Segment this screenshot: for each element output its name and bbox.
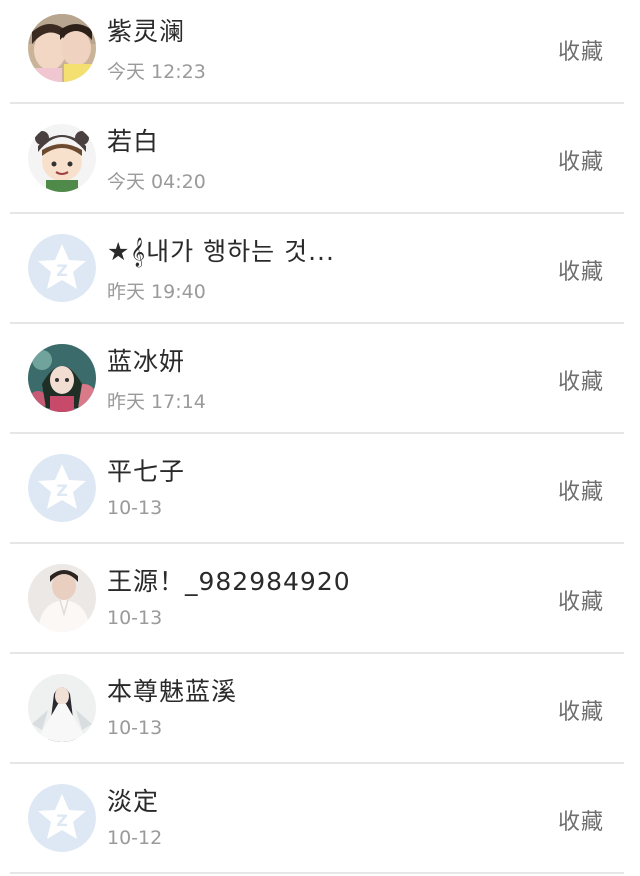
favorite-button[interactable]: 收藏 bbox=[558, 474, 604, 506]
contact-name: 紫灵澜 bbox=[107, 17, 186, 46]
list-item[interactable]: Z 淡定 10-12 收藏 bbox=[0, 764, 640, 874]
contact-time: 10-12 bbox=[107, 827, 163, 849]
favorite-button[interactable]: 收藏 bbox=[558, 804, 604, 836]
contact-name: 蓝冰妍 bbox=[107, 347, 186, 376]
contact-name: 淡定 bbox=[107, 787, 160, 816]
list-item[interactable]: 蓝冰妍 昨天 17:14 收藏 bbox=[0, 324, 640, 434]
contact-name: 平七子 bbox=[107, 457, 186, 486]
default-qq-star-avatar[interactable]: Z bbox=[28, 784, 96, 852]
contact-time: 昨天 17:14 bbox=[107, 391, 206, 413]
svg-text:Z: Z bbox=[56, 811, 68, 830]
contact-time: 今天 12:23 bbox=[107, 61, 206, 83]
contact-name: 若白 bbox=[107, 127, 160, 156]
favorite-button[interactable]: 收藏 bbox=[558, 584, 604, 616]
default-qq-star-avatar[interactable]: Z bbox=[28, 454, 96, 522]
list-item[interactable]: 王源！_982984920 10-13 收藏 bbox=[0, 544, 640, 654]
favorite-button[interactable]: 收藏 bbox=[558, 694, 604, 726]
divider bbox=[10, 872, 624, 874]
favorite-button[interactable]: 收藏 bbox=[558, 364, 604, 396]
default-qq-star-avatar[interactable]: Z bbox=[28, 234, 96, 302]
contact-list: 紫灵澜 今天 12:23 收藏 若白 今天 04:20 收藏 Z ★𝄞내가 행하… bbox=[0, 0, 640, 874]
avatar[interactable] bbox=[28, 564, 96, 632]
contact-name: ★𝄞내가 행하는 것... bbox=[107, 237, 335, 266]
favorite-button[interactable]: 收藏 bbox=[558, 144, 604, 176]
list-item[interactable]: 若白 今天 04:20 收藏 bbox=[0, 104, 640, 214]
avatar[interactable] bbox=[28, 124, 96, 192]
list-item[interactable]: 紫灵澜 今天 12:23 收藏 bbox=[0, 0, 640, 104]
contact-time: 10-13 bbox=[107, 497, 163, 519]
contact-time: 10-13 bbox=[107, 607, 163, 629]
contact-time: 10-13 bbox=[107, 717, 163, 739]
favorite-button[interactable]: 收藏 bbox=[558, 254, 604, 286]
contact-name: 本尊魅蓝溪 bbox=[107, 677, 238, 706]
svg-text:Z: Z bbox=[56, 261, 68, 280]
avatar[interactable] bbox=[28, 14, 96, 82]
avatar[interactable] bbox=[28, 344, 96, 412]
favorite-button[interactable]: 收藏 bbox=[558, 34, 604, 66]
contact-name: 王源！_982984920 bbox=[107, 567, 351, 596]
svg-text:Z: Z bbox=[56, 481, 68, 500]
list-item[interactable]: Z ★𝄞내가 행하는 것... 昨天 19:40 收藏 bbox=[0, 214, 640, 324]
list-item[interactable]: Z 平七子 10-13 收藏 bbox=[0, 434, 640, 544]
contact-time: 昨天 19:40 bbox=[107, 281, 206, 303]
list-item[interactable]: 本尊魅蓝溪 10-13 收藏 bbox=[0, 654, 640, 764]
contact-time: 今天 04:20 bbox=[107, 171, 206, 193]
avatar[interactable] bbox=[28, 674, 96, 742]
